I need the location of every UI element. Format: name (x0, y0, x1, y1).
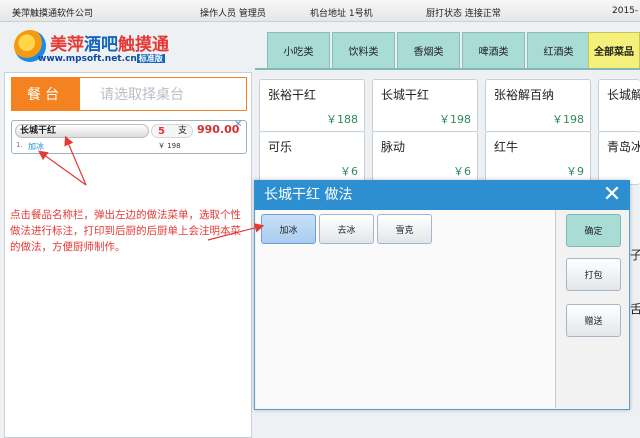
tab-all-dishes[interactable]: 全部菜品 (588, 32, 640, 68)
product-name: 张裕干红 (268, 88, 317, 102)
method-option[interactable]: 去冰 (319, 214, 374, 244)
product-name: 红牛 (494, 140, 519, 154)
product-card[interactable]: 张裕干红 ￥188 (259, 79, 365, 133)
table-select-input[interactable]: 请选取择桌台 (79, 77, 247, 111)
method-option[interactable]: 雪克 (377, 214, 432, 244)
product-card[interactable]: 张裕解百纳 ￥198 (485, 79, 591, 133)
pack-button[interactable]: 打包 (566, 258, 621, 291)
order-item-name[interactable]: 长城干红 (15, 124, 149, 138)
product-card[interactable]: 红牛 ￥9 (485, 131, 591, 185)
product-card[interactable]: 可乐 ￥6 (259, 131, 365, 185)
product-name: 青岛冰 (607, 140, 640, 154)
company-name: 美萍触摸通软件公司 (12, 9, 94, 19)
order-item-unit-price: ￥ 198 (158, 142, 181, 150)
tab-snacks[interactable]: 小吃类 (267, 32, 330, 68)
product-name: 脉动 (381, 140, 406, 154)
product-card[interactable]: 青岛冰 (598, 131, 640, 185)
order-item-qty[interactable]: 5 支 (151, 124, 193, 138)
product-price: ￥198 (439, 113, 471, 126)
table-button[interactable]: 餐台 (11, 77, 79, 111)
qty-unit: 支 (178, 126, 188, 136)
confirm-button[interactable]: 确定 (566, 214, 621, 247)
product-card[interactable]: 长城干红 ￥198 (372, 79, 478, 133)
order-line-number: 1. (16, 141, 23, 149)
printer-status: 厨打状态 连接正常 (426, 9, 501, 19)
product-name: 长城解 (607, 88, 640, 102)
app-logo: 美萍酒吧触摸通 www.mpsoft.net.cn 标准版 (14, 28, 174, 70)
product-card[interactable]: 长城解 (598, 79, 640, 133)
status-bar: 美萍触摸通软件公司 操作人员 管理员 机台地址 1号机 厨打状态 连接正常 20… (0, 0, 640, 22)
terminal-label: 机台地址 1号机 (310, 9, 373, 19)
method-option[interactable]: 加冰 (261, 214, 316, 244)
operator-label: 操作人员 管理员 (200, 9, 266, 19)
logo-title: 美萍酒吧触摸通 (50, 35, 169, 55)
product-name: 可乐 (268, 140, 293, 154)
gift-button[interactable]: 赠送 (566, 304, 621, 337)
product-price: ￥9 (566, 165, 584, 178)
product-price: ￥6 (453, 165, 471, 178)
product-price: ￥188 (326, 113, 358, 126)
tab-beer[interactable]: 啤酒类 (462, 32, 525, 68)
qty-value: 5 (158, 126, 165, 137)
product-name: 长城干红 (381, 88, 430, 102)
logo-url: www.mpsoft.net.cn 标准版 (38, 54, 165, 64)
product-name-peek: 舌 (630, 302, 640, 316)
annotation-text: 点击餐品名称栏，弹出左边的做法菜单，选取个性做法进行标注，打印到后厨的后厨单上会… (10, 209, 241, 253)
product-card[interactable]: 脉动 ￥6 (372, 131, 478, 185)
date-label: 2015- (612, 6, 639, 16)
product-name-peek: 子 (630, 248, 640, 262)
remove-item-icon[interactable]: ✕ (234, 119, 242, 130)
order-item-method: 加冰 (28, 142, 44, 151)
tab-red-wine[interactable]: 红酒类 (527, 32, 590, 68)
tab-drinks[interactable]: 饮料类 (332, 32, 395, 68)
product-name: 张裕解百纳 (494, 88, 555, 102)
dialog-title: 长城干红 做法 (254, 180, 630, 210)
product-price: ￥6 (340, 165, 358, 178)
product-price: ￥198 (552, 113, 584, 126)
tab-cigarettes[interactable]: 香烟类 (397, 32, 460, 68)
close-icon[interactable]: ✕ (594, 180, 630, 210)
